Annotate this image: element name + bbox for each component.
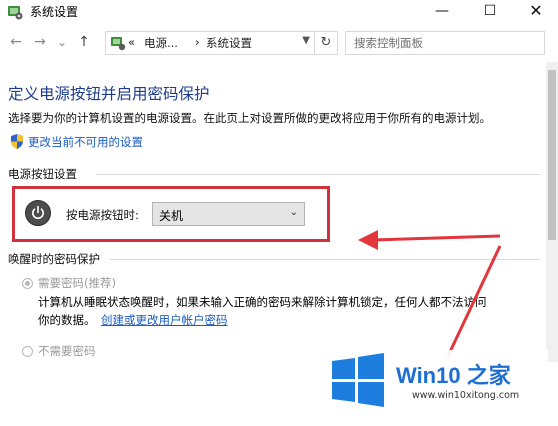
- section-divider: [96, 174, 540, 175]
- close-button[interactable]: ✕: [514, 0, 558, 22]
- refresh-button[interactable]: ↻: [314, 31, 338, 55]
- create-password-link[interactable]: 创建或更改用户帐户密码: [101, 312, 228, 328]
- navigation-bar: ← → ⌄ ↑ « 电源... › 系统设置 ▼ ↻ 搜索控制面板: [0, 28, 558, 58]
- recent-locations-button[interactable]: ⌄: [52, 31, 72, 53]
- require-password-radio[interactable]: [22, 278, 33, 289]
- shield-icon: [11, 134, 23, 149]
- breadcrumb-overflow[interactable]: «: [128, 35, 135, 49]
- chevron-down-icon[interactable]: ▼: [302, 35, 310, 46]
- highlight-box: [12, 186, 330, 242]
- scrollbar-thumb[interactable]: [548, 70, 556, 240]
- watermark: Win10 之家 www.win10xitong.com: [326, 350, 548, 410]
- breadcrumb-system-settings[interactable]: 系统设置: [206, 35, 252, 51]
- vertical-scrollbar[interactable]: [546, 62, 558, 362]
- no-password-label: 不需要密码: [38, 344, 96, 358]
- maximize-button[interactable]: ☐: [468, 0, 512, 22]
- page-title: 定义电源按钮并启用密码保护: [8, 85, 210, 103]
- section-divider: [110, 259, 540, 260]
- back-button[interactable]: ←: [6, 31, 26, 53]
- up-button[interactable]: ↑: [74, 31, 94, 53]
- windows-logo-icon: [332, 353, 384, 407]
- power-button-section-title: 电源按钮设置: [8, 167, 77, 181]
- window-title: 系统设置: [30, 5, 79, 19]
- address-bar[interactable]: « 电源... › 系统设置 ▼: [105, 31, 315, 55]
- forward-button[interactable]: →: [30, 31, 50, 53]
- wake-password-section-title: 唤醒时的密码保护: [8, 252, 100, 266]
- no-password-radio[interactable]: [22, 346, 33, 357]
- control-panel-icon: [8, 6, 23, 20]
- minimize-button[interactable]: —: [420, 0, 464, 22]
- page-description: 选择要为你的计算机设置的电源设置。在此页上对设置所做的更改将应用于你所有的电源计…: [8, 111, 491, 125]
- watermark-title: Win10 之家: [396, 363, 511, 388]
- title-bar: 系统设置 — ☐ ✕: [0, 0, 558, 24]
- watermark-url: www.win10xitong.com: [412, 390, 520, 401]
- require-password-label: 需要密码(推荐): [38, 276, 116, 290]
- breadcrumb-separator[interactable]: ›: [195, 35, 200, 49]
- control-panel-icon: [111, 37, 126, 51]
- require-password-description-end: 你的数据。: [38, 313, 96, 327]
- change-unavailable-settings-link[interactable]: 更改当前不可用的设置: [28, 134, 143, 150]
- search-input[interactable]: 搜索控制面板: [345, 31, 545, 55]
- search-placeholder: 搜索控制面板: [354, 36, 423, 50]
- breadcrumb-power[interactable]: 电源...: [144, 35, 178, 51]
- control-panel-window: 系统设置 — ☐ ✕ ← → ⌄ ↑ « 电源... › 系统设置 ▼ ↻ 搜索…: [0, 0, 558, 426]
- require-password-description: 计算机从睡眠状态唤醒时，如果未输入正确的密码来解除计算机锁定，任何人都不法访问: [38, 295, 487, 309]
